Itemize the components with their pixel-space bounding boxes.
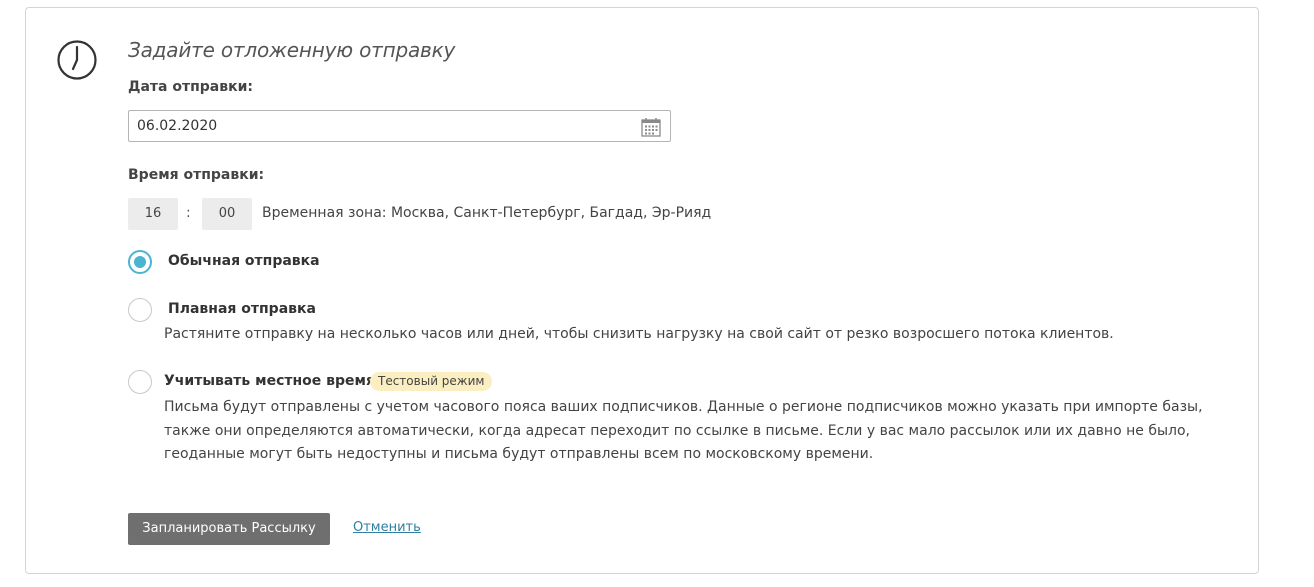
test-mode-badge: Тестовый режим	[370, 372, 493, 391]
description-line: также они определяются автоматически, ко…	[164, 422, 1190, 439]
option-smooth-send-description: Растяните отправку на несколько часов ил…	[164, 326, 1114, 342]
date-label: Дата отправки:	[128, 79, 253, 95]
option-local-time-label[interactable]: Учитывать местное время	[164, 373, 375, 389]
option-regular-send-label[interactable]: Обычная отправка	[168, 253, 320, 269]
hours-input[interactable]: 16	[128, 198, 178, 230]
date-input[interactable]: 06.02.2020	[128, 110, 671, 142]
time-separator: :	[186, 205, 191, 221]
clock-icon	[57, 40, 97, 80]
option-smooth-send-label[interactable]: Плавная отправка	[168, 301, 316, 317]
cancel-link[interactable]: Отменить	[353, 520, 421, 535]
radio-local-time[interactable]	[128, 370, 152, 394]
timezone-text: Временная зона: Москва, Санкт-Петербург,…	[262, 205, 712, 221]
schedule-mailing-button[interactable]: Запланировать Рассылку	[128, 513, 330, 545]
time-label: Время отправки:	[128, 167, 265, 183]
radio-regular-send[interactable]	[128, 250, 152, 274]
page-title: Задайте отложенную отправку	[128, 38, 456, 62]
minutes-input[interactable]: 00	[202, 198, 252, 230]
description-line: геоданные могут быть недоступны и письма…	[164, 446, 874, 462]
option-local-time-description: Письма будут отправлены с учетом часовог…	[164, 396, 1224, 467]
calendar-icon[interactable]	[640, 116, 662, 138]
description-line: Письма будут отправлены с учетом часовог…	[164, 399, 1203, 415]
radio-smooth-send[interactable]	[128, 298, 152, 322]
date-value[interactable]: 06.02.2020	[137, 118, 217, 134]
